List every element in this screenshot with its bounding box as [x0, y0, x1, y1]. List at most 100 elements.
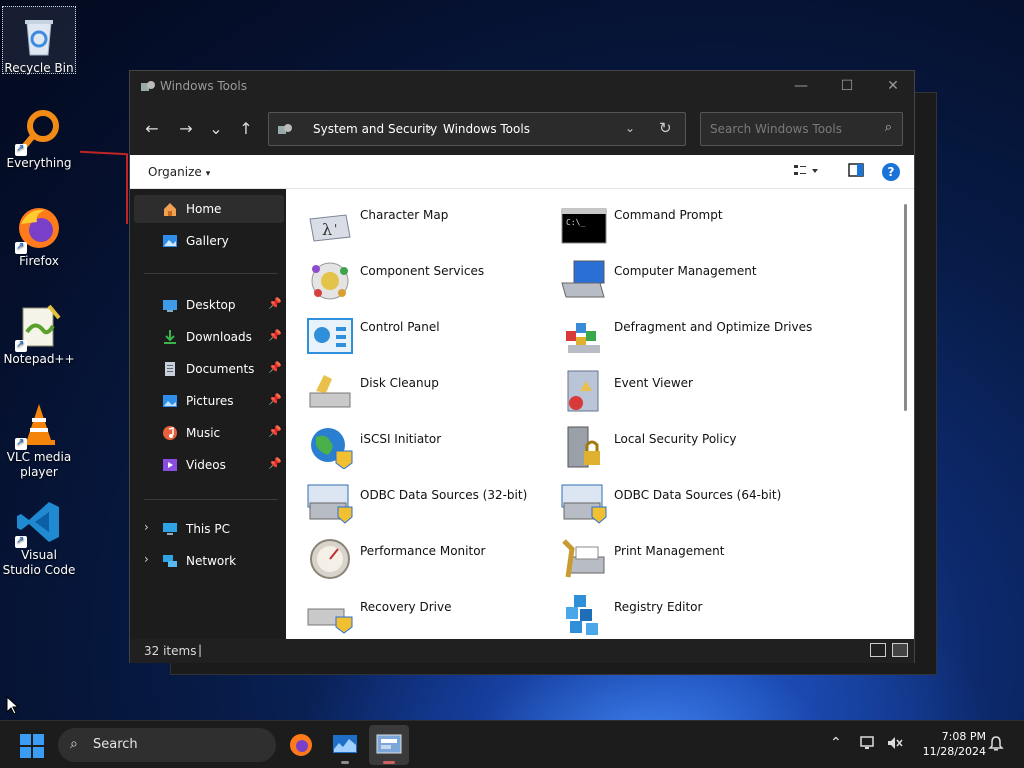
nav-item-gallery[interactable]: Gallery	[134, 227, 284, 255]
nav-item-label: Network	[186, 554, 237, 568]
list-item-registry-editor[interactable]: Registry Editor	[540, 585, 790, 637]
desktop-icon-firefox[interactable]: Firefox	[2, 200, 76, 269]
maximize-button[interactable]: ☐	[824, 71, 870, 103]
search-input[interactable]: Search Windows Tools	[710, 122, 842, 136]
breadcrumb-system-and-security[interactable]: System and Security	[313, 122, 437, 136]
start-button[interactable]	[20, 734, 44, 758]
nav-item-music[interactable]: Music 📌	[134, 419, 284, 447]
taskbar-app-firefox[interactable]	[281, 725, 321, 765]
taskbar-search-box[interactable]: ⌕ Search	[58, 728, 276, 762]
search-box[interactable]: Search Windows Tools ⌕	[700, 112, 903, 146]
nav-item-label: This PC	[186, 522, 230, 536]
nav-item-this-pc[interactable]: › This PC	[134, 515, 284, 543]
recent-locations-button[interactable]: ⌄	[202, 117, 230, 141]
view-options-button[interactable]	[794, 163, 820, 183]
firefox-icon	[290, 734, 312, 756]
desktop-icon-notepad-plus-plus[interactable]: Notepad++	[2, 298, 76, 367]
list-item-control-panel[interactable]: Control Panel	[286, 305, 536, 357]
chevron-right-icon[interactable]: ›	[144, 552, 149, 566]
pin-icon[interactable]: 📌	[268, 425, 282, 438]
shortcut-arrow-icon	[15, 337, 27, 352]
address-bar[interactable]: System and Security › Windows Tools ⌄ ↻	[268, 112, 686, 146]
up-button[interactable]: ↑	[232, 117, 260, 141]
taskbar-app-windows-tools[interactable]	[369, 725, 409, 765]
item-label: Local Security Policy	[614, 432, 737, 446]
list-item-odbc-64[interactable]: ODBC Data Sources (64-bit)	[540, 473, 790, 525]
explorer-window[interactable]: Windows Tools — ☐ ✕ ← → ⌄ ↑ System and S…	[129, 70, 915, 663]
list-item-local-security-policy[interactable]: Local Security Policy	[540, 417, 790, 469]
desktop-icon-recycle-bin[interactable]: Recycle Bin	[2, 6, 76, 75]
desktop-icon-vlc[interactable]: VLC media player	[2, 396, 76, 480]
pin-icon[interactable]: 📌	[268, 393, 282, 406]
pin-icon[interactable]: 📌	[268, 297, 282, 310]
pin-icon[interactable]: 📌	[268, 457, 282, 470]
odbc-64-icon	[561, 484, 607, 524]
nav-item-documents[interactable]: Documents 📌	[134, 355, 284, 383]
search-icon: ⌕	[884, 120, 892, 135]
network-icon	[163, 555, 177, 567]
list-item-computer-management[interactable]: Computer Management	[540, 249, 790, 301]
list-item-recovery-drive[interactable]: Recovery Drive	[286, 585, 536, 637]
desktop-icon-everything[interactable]: Everything	[2, 102, 76, 171]
pin-icon[interactable]: 📌	[268, 329, 282, 342]
nav-item-pictures[interactable]: Pictures 📌	[134, 387, 284, 415]
breadcrumb-windows-tools[interactable]: Windows Tools	[443, 122, 530, 136]
address-dropdown-button[interactable]: ⌄	[625, 121, 635, 135]
back-button[interactable]: ←	[138, 117, 166, 141]
list-item-iscsi-initiator[interactable]: iSCSI Initiator	[286, 417, 536, 469]
list-item-event-viewer[interactable]: Event Viewer	[540, 361, 790, 413]
close-button[interactable]: ✕	[870, 71, 916, 103]
event-viewer-icon	[567, 370, 599, 412]
title-bar[interactable]: Windows Tools — ☐ ✕	[130, 71, 914, 103]
minimize-button[interactable]: —	[778, 71, 824, 103]
volume-muted-icon[interactable]	[886, 735, 904, 755]
nav-item-downloads[interactable]: Downloads 📌	[134, 323, 284, 351]
nav-item-home[interactable]: Home	[134, 195, 284, 223]
preview-pane-button[interactable]	[848, 163, 864, 181]
list-item-odbc-32[interactable]: ODBC Data Sources (32-bit)	[286, 473, 536, 525]
list-item-defragment-and-optimize-drives[interactable]: Defragment and Optimize Drives	[540, 305, 812, 357]
chevron-right-icon[interactable]: ›	[144, 520, 149, 534]
odbc-32-icon	[307, 484, 353, 524]
shortcut-arrow-icon	[15, 533, 27, 548]
navigation-bar: ← → ⌄ ↑ System and Security › Windows To…	[130, 103, 914, 155]
file-list[interactable]: λ ' Character Map C:\_ Command Prompt Com…	[286, 189, 914, 639]
vertical-scrollbar[interactable]	[904, 204, 907, 411]
svg-text:': '	[334, 222, 337, 236]
list-item-component-services[interactable]: Component Services	[286, 249, 536, 301]
taskbar-app-task-manager[interactable]	[325, 725, 365, 765]
nav-item-desktop[interactable]: Desktop 📌	[134, 291, 284, 319]
organize-button[interactable]: Organize ▾	[148, 165, 210, 179]
details-view-button[interactable]	[870, 643, 886, 657]
item-count: 32 items	[144, 644, 197, 658]
recycle-bin-icon	[15, 11, 63, 59]
list-item-performance-monitor[interactable]: Performance Monitor	[286, 529, 536, 581]
list-item-print-management[interactable]: Print Management	[540, 529, 790, 581]
list-item-command-prompt[interactable]: C:\_ Command Prompt	[540, 193, 790, 245]
help-button[interactable]: ?	[882, 163, 900, 181]
large-icons-view-button[interactable]	[892, 643, 908, 657]
nav-item-network[interactable]: › Network	[134, 547, 284, 575]
desktop-icon-vscode[interactable]: Visual Studio Code	[2, 494, 76, 578]
notifications-bell-icon[interactable]	[988, 735, 1004, 755]
network-tray-icon[interactable]	[860, 735, 878, 755]
windows-logo-icon	[33, 747, 44, 758]
shortcut-arrow-icon	[15, 239, 27, 254]
documents-folder-icon	[165, 362, 175, 376]
taskbar-search-label: Search	[93, 737, 138, 752]
vscode-icon	[15, 498, 63, 548]
task-manager-icon	[333, 735, 357, 753]
list-item-character-map[interactable]: λ ' Character Map	[286, 193, 536, 245]
system-clock[interactable]: 7:08 PM 11/28/2024	[910, 729, 986, 759]
refresh-button[interactable]: ↻	[659, 119, 672, 137]
component-services-icon	[311, 262, 349, 300]
list-item-disk-cleanup[interactable]: Disk Cleanup	[286, 361, 536, 413]
nav-item-videos[interactable]: Videos 📌	[134, 451, 284, 479]
pin-icon[interactable]: 📌	[268, 361, 282, 374]
status-bar: 32 items |	[130, 639, 914, 663]
annotation-line	[79, 150, 129, 156]
item-label: Control Panel	[360, 320, 440, 334]
clock-date: 11/28/2024	[922, 745, 986, 758]
forward-button[interactable]: →	[172, 117, 200, 141]
show-hidden-icons-button[interactable]: ⌃	[830, 735, 842, 751]
